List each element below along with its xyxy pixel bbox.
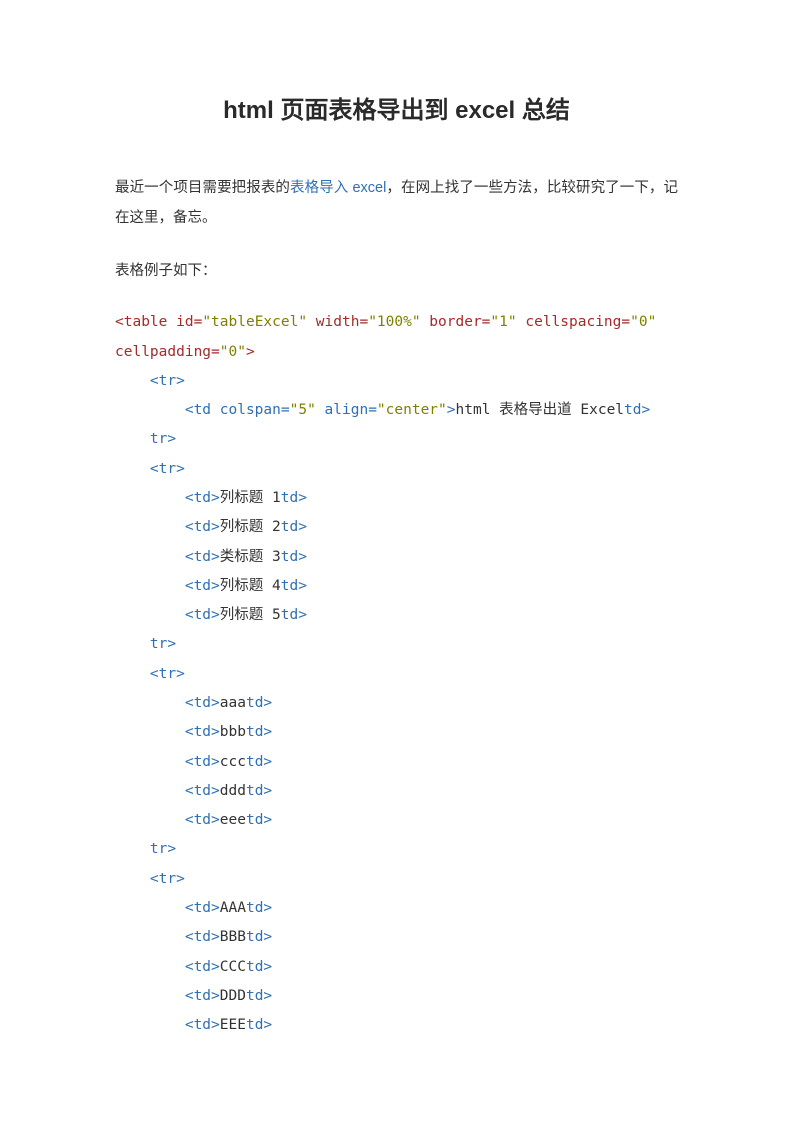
code-text: AAA <box>220 900 246 916</box>
code-tr-close: tr> <box>150 636 176 652</box>
code-text: eee <box>220 812 246 828</box>
code-td: <td> <box>185 578 220 594</box>
code-td-close: td> <box>281 607 307 623</box>
code-td-close: td> <box>246 929 272 945</box>
code-td: <td> <box>185 519 220 535</box>
code-td: <td colspan= <box>185 402 290 418</box>
code-tr-close: tr> <box>150 841 176 857</box>
code-td: <td> <box>185 549 220 565</box>
code-text: 列标题 5 <box>220 607 281 623</box>
code-td: <td> <box>185 812 220 828</box>
code-attr: "1" <box>490 314 516 330</box>
code-attr: "tableExcel" <box>202 314 307 330</box>
code-td-close: td> <box>246 959 272 975</box>
code-td-close: td> <box>246 812 272 828</box>
code-seg: border= <box>421 314 491 330</box>
code-td-close: td> <box>246 900 272 916</box>
code-td: <td> <box>185 929 220 945</box>
code-text: 列标题 1 <box>220 490 281 506</box>
intro-paragraph: 最近一个项目需要把报表的表格导入 excel，在网上找了一些方法，比较研究了一下… <box>115 173 678 234</box>
code-seg: cellspacing= <box>517 314 631 330</box>
code-td-close: td> <box>246 783 272 799</box>
code-td-close: td> <box>246 988 272 1004</box>
code-td: <td> <box>185 490 220 506</box>
page-title: html 页面表格导出到 excel 总结 <box>115 90 678 125</box>
code-td: <td> <box>185 754 220 770</box>
code-td-close: td> <box>281 549 307 565</box>
code-tr: <tr> <box>150 461 185 477</box>
code-td: <td> <box>185 783 220 799</box>
code-block: <table id="tableExcel" width="100%" bord… <box>115 308 678 1040</box>
code-td-close: td> <box>246 724 272 740</box>
code-td: <td> <box>185 959 220 975</box>
code-td: <td> <box>185 900 220 916</box>
code-td-close: td> <box>246 1017 272 1033</box>
code-tr: <tr> <box>150 871 185 887</box>
code-td: <td> <box>185 1017 220 1033</box>
code-td-close: td> <box>624 402 650 418</box>
code-text: 列标题 2 <box>220 519 281 535</box>
code-td-close: td> <box>281 578 307 594</box>
code-table-open: <table id= <box>115 314 202 330</box>
code-attr: "0" <box>220 344 246 360</box>
code-text: ccc <box>220 754 246 770</box>
code-text: BBB <box>220 929 246 945</box>
code-td: align= <box>316 402 377 418</box>
code-text: ddd <box>220 783 246 799</box>
intro-link[interactable]: 表格导入 excel <box>290 180 386 196</box>
intro-text-prefix: 最近一个项目需要把报表的 <box>115 180 290 196</box>
code-attr: "0" <box>630 314 656 330</box>
code-tr-close: tr> <box>150 431 176 447</box>
code-td-close: td> <box>246 754 272 770</box>
code-td-close: td> <box>246 695 272 711</box>
code-td: <td> <box>185 724 220 740</box>
code-attr: "center" <box>377 402 447 418</box>
code-text: aaa <box>220 695 246 711</box>
code-td-close: td> <box>281 519 307 535</box>
code-text: html 表格导出道 Excel <box>456 402 625 418</box>
code-td-close: td> <box>281 490 307 506</box>
code-seg: cellpadding= <box>115 344 220 360</box>
code-text: 列标题 4 <box>220 578 281 594</box>
code-seg: width= <box>307 314 368 330</box>
code-td: <td> <box>185 607 220 623</box>
code-text: DDD <box>220 988 246 1004</box>
code-attr: "5" <box>290 402 316 418</box>
code-attr: "100%" <box>368 314 420 330</box>
code-tr: <tr> <box>150 373 185 389</box>
code-text: 类标题 3 <box>220 549 281 565</box>
code-td: <td> <box>185 695 220 711</box>
code-seg: > <box>246 344 255 360</box>
code-text: bbb <box>220 724 246 740</box>
code-td: > <box>447 402 456 418</box>
code-tr: <tr> <box>150 666 185 682</box>
code-text: CCC <box>220 959 246 975</box>
code-td: <td> <box>185 988 220 1004</box>
code-text: EEE <box>220 1017 246 1033</box>
example-label: 表格例子如下： <box>115 256 678 286</box>
